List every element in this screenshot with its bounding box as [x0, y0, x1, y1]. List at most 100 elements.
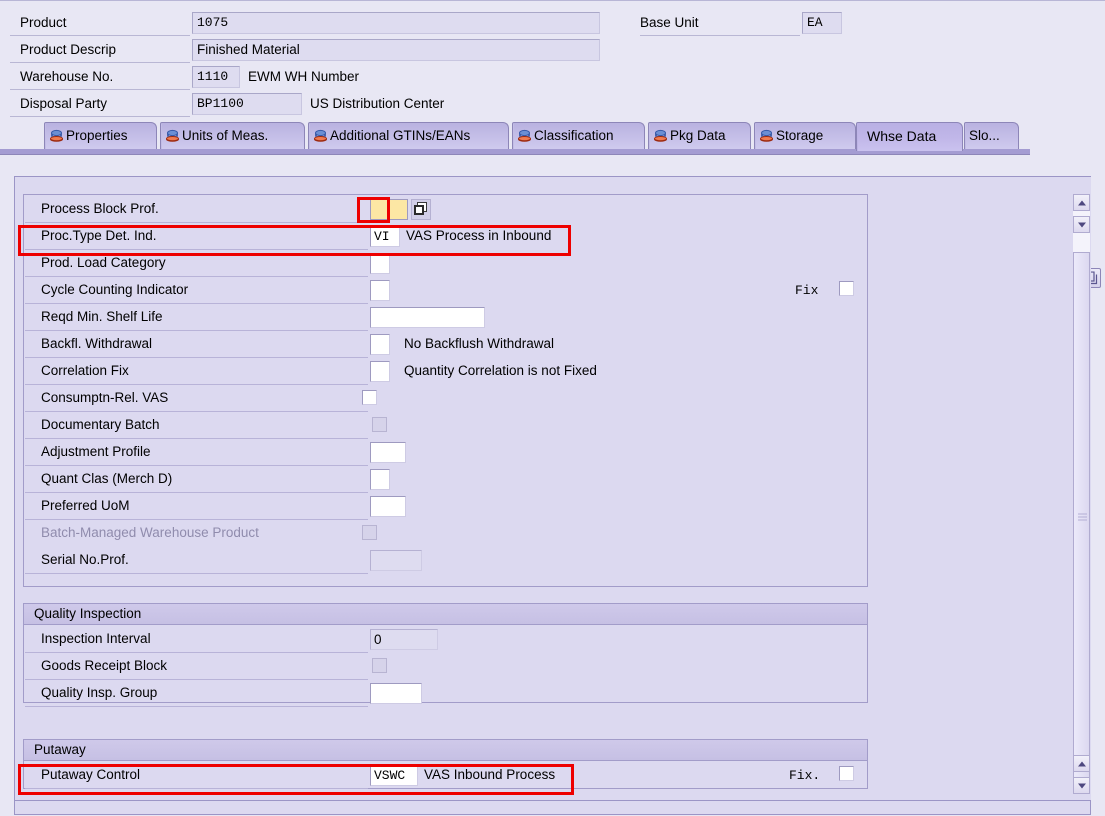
warehouse-no-label: Warehouse No.: [10, 65, 190, 90]
tab-additional-gtins-eans[interactable]: Additional GTINs/EANs: [308, 122, 509, 149]
backfl-withdrawal-input[interactable]: [370, 334, 390, 355]
cycle-counting-fix-label: Fix: [795, 283, 819, 298]
adjustment-profile-input[interactable]: [370, 442, 406, 463]
field-label: Goods Receipt Block: [25, 653, 368, 680]
tab-slo[interactable]: Slo...: [964, 122, 1019, 149]
row-reqd-min-shelf-life: Reqd Min. Shelf Life: [25, 304, 868, 331]
putaway-title: Putaway: [24, 740, 867, 761]
warehouse-no-input[interactable]: 1110: [192, 66, 240, 88]
scroll-up-icon[interactable]: [1073, 194, 1090, 211]
base-unit-input[interactable]: EA: [802, 12, 842, 34]
field-label: Serial No.Prof.: [25, 547, 368, 574]
copy-icon[interactable]: [411, 199, 431, 220]
field-label: Adjustment Profile: [25, 439, 368, 466]
consumptn-rel-vas-checkbox[interactable]: [362, 390, 377, 405]
row-preferred-uom: Preferred UoM: [25, 493, 868, 520]
row-goods-receipt-block: Goods Receipt Block: [25, 653, 868, 680]
tab-pkg-data[interactable]: Pkg Data: [648, 122, 751, 149]
field-label: Process Block Prof.: [25, 196, 368, 223]
row-putaway-control: Putaway Control VSWC VAS Inbound Process…: [25, 762, 868, 789]
base-unit-label: Base Unit: [640, 11, 800, 36]
cycle-counting-fix-checkbox[interactable]: [839, 281, 854, 296]
field-label: Batch-Managed Warehouse Product: [41, 525, 259, 540]
whse-data-scroll-area: Process Block Prof. Proc.Type Det. Ind. …: [15, 177, 1075, 800]
batch-managed-warehouse-product-checkbox: [362, 525, 377, 540]
header-row-disposal-party: Disposal Party BP1100 US Distribution Ce…: [10, 92, 600, 117]
field-label: Cycle Counting Indicator: [25, 277, 368, 304]
preferred-uom-input[interactable]: [370, 496, 406, 517]
tab-strip: Properties Units of Meas. Additional GTI…: [0, 122, 1105, 288]
field-label: Preferred UoM: [25, 493, 368, 520]
field-label: Prod. Load Category: [25, 250, 368, 277]
process-block-prof-input[interactable]: [370, 199, 408, 220]
quality-inspection-group: Quality Inspection Inspection Interval 0…: [23, 603, 868, 707]
scroll-up-icon-bottom[interactable]: [1073, 755, 1090, 772]
product-header: Product 1075 Base Unit EA Product Descri…: [0, 0, 1105, 122]
reqd-min-shelf-life-input[interactable]: [370, 307, 485, 328]
header-row-warehouse-no: Warehouse No. 1110 EWM WH Number: [10, 65, 600, 90]
correlation-fix-description: Quantity Correlation is not Fixed: [404, 363, 597, 378]
putaway-control-input[interactable]: VSWC: [370, 765, 418, 786]
row-serial-no-prof: Serial No.Prof.: [25, 547, 868, 574]
tab-label: Units of Meas.: [182, 128, 269, 143]
table-icon: [759, 129, 774, 143]
field-label: Inspection Interval: [25, 626, 368, 653]
row-adjustment-profile: Adjustment Profile: [25, 439, 868, 466]
header-row-base-unit: Base Unit EA: [640, 11, 845, 36]
tab-units-of-meas[interactable]: Units of Meas.: [160, 122, 305, 149]
putaway-fix-checkbox[interactable]: [839, 766, 854, 781]
field-label: Correlation Fix: [25, 358, 368, 385]
row-inspection-interval: Inspection Interval 0: [25, 626, 868, 653]
documentary-batch-checkbox: [372, 417, 387, 432]
field-label: Documentary Batch: [25, 412, 368, 439]
proc-type-det-ind-input[interactable]: VI: [370, 226, 400, 247]
tab-label: Storage: [776, 128, 824, 143]
scroll-down-icon[interactable]: [1073, 216, 1090, 233]
scrollbar-grip: [1078, 513, 1087, 521]
table-icon: [49, 129, 64, 143]
table-icon: [653, 129, 668, 143]
tab-label: Additional GTINs/EANs: [330, 128, 471, 143]
field-label: Reqd Min. Shelf Life: [25, 304, 368, 331]
putaway-fix-label: Fix.: [789, 768, 821, 783]
quality-insp-group-input[interactable]: [370, 683, 422, 704]
tab-label: Whse Data: [867, 128, 937, 144]
tab-label: Properties: [66, 128, 128, 143]
row-consumptn-rel-vas: Consumptn-Rel. VAS: [25, 385, 868, 412]
row-backfl-withdrawal: Backfl. Withdrawal No Backflush Withdraw…: [25, 331, 868, 358]
disposal-party-label: Disposal Party: [10, 92, 190, 117]
row-batch-managed-warehouse-product: Batch-Managed Warehouse Product: [25, 520, 868, 547]
serial-no-prof-input: [370, 550, 422, 571]
product-descrip-input[interactable]: Finished Material: [192, 39, 600, 61]
row-quant-clas-merch-d: Quant Clas (Merch D): [25, 466, 868, 493]
scroll-down-icon-bottom[interactable]: [1073, 777, 1090, 794]
quant-clas-merch-d-input[interactable]: [370, 469, 390, 490]
tab-label: Slo...: [969, 128, 1000, 143]
product-input[interactable]: 1075: [192, 12, 600, 34]
tab-classification[interactable]: Classification: [512, 122, 645, 149]
putaway-control-description: VAS Inbound Process: [424, 767, 556, 782]
putaway-group: Putaway Putaway Control VSWC VAS Inbound…: [23, 739, 868, 789]
product-descrip-label: Product Descrip: [10, 38, 190, 63]
row-process-block-prof: Process Block Prof.: [25, 196, 868, 223]
field-label: Consumptn-Rel. VAS: [25, 385, 368, 412]
row-correlation-fix: Correlation Fix Quantity Correlation is …: [25, 358, 868, 385]
table-icon: [517, 129, 532, 143]
row-proc-type-det-ind: Proc.Type Det. Ind. VI VAS Process in In…: [25, 223, 868, 250]
vertical-scrollbar-thumb[interactable]: [1073, 252, 1090, 782]
field-label: Quant Clas (Merch D): [25, 466, 368, 493]
tab-whse-data[interactable]: Whse Data: [856, 122, 963, 151]
general-group: Process Block Prof. Proc.Type Det. Ind. …: [23, 194, 868, 587]
field-label: Proc.Type Det. Ind.: [25, 223, 368, 250]
disposal-party-input[interactable]: BP1100: [192, 93, 302, 115]
field-label: Backfl. Withdrawal: [25, 331, 368, 358]
correlation-fix-input[interactable]: [370, 361, 390, 382]
tab-label: Classification: [534, 128, 614, 143]
tab-storage[interactable]: Storage: [754, 122, 856, 149]
tab-properties[interactable]: Properties: [44, 122, 157, 149]
cycle-counting-indicator-input[interactable]: [370, 280, 390, 301]
horizontal-scrollbar[interactable]: [14, 801, 1091, 815]
prod-load-category-input[interactable]: [370, 253, 390, 274]
tab-label: Pkg Data: [670, 128, 726, 143]
whse-data-panel: Process Block Prof. Proc.Type Det. Ind. …: [14, 176, 1091, 801]
